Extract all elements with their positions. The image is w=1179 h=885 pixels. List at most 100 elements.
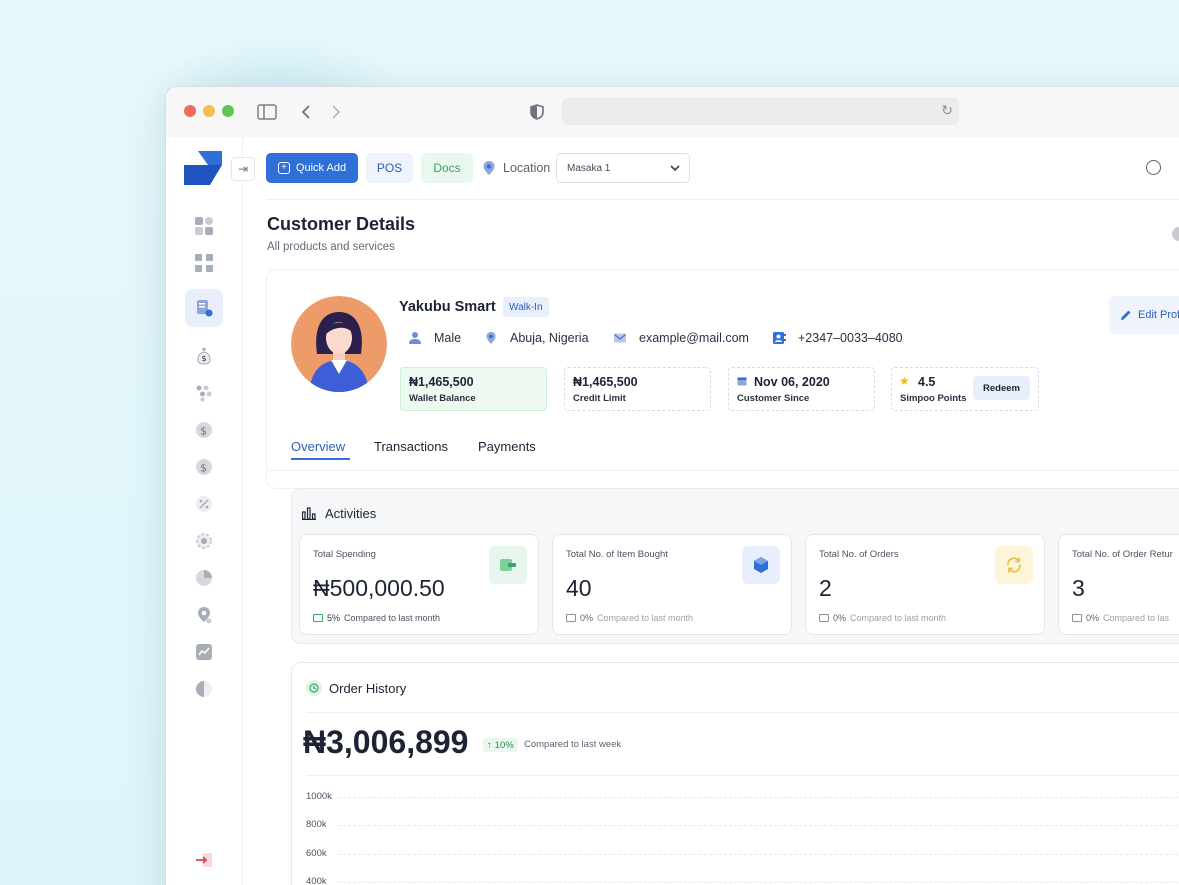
pie-chart-icon — [196, 570, 212, 586]
address-bar[interactable]: ↻ — [562, 98, 959, 125]
total-spending-value: ₦500,000.50 — [313, 575, 445, 601]
phone-info: +2347–0033–4080 — [772, 329, 903, 347]
customer-email: example@mail.com — [639, 331, 749, 345]
svg-text:$: $ — [202, 354, 207, 363]
star-icon: ★ — [899, 374, 910, 388]
page-subtitle: All products and services — [267, 241, 395, 253]
redeem-button[interactable]: Redeem — [973, 376, 1030, 400]
credit-limit-label: Credit Limit — [573, 393, 626, 404]
total-orders-value: 2 — [819, 575, 832, 601]
sidebar-item-products[interactable] — [185, 244, 223, 282]
bar-chart-icon — [302, 507, 316, 520]
sidebar-item-expenses[interactable]: $ — [185, 448, 223, 486]
maximize-window-button[interactable] — [222, 105, 234, 117]
forward-icon[interactable] — [324, 100, 348, 124]
total-spending-card: Total Spending ₦500,000.50 5% Compared t… — [299, 534, 539, 635]
items-bought-label: Total No. of Item Bought — [566, 549, 668, 560]
total-spending-label: Total Spending — [313, 549, 376, 560]
edit-profile-button[interactable]: Edit Prof — [1109, 296, 1179, 334]
search-icon[interactable] — [1146, 160, 1161, 175]
refresh-icon — [995, 546, 1033, 584]
total-spending-compare: 5% Compared to last month — [313, 613, 440, 623]
wallet-balance-label: Wallet Balance — [409, 393, 476, 404]
credit-limit-card: ₦1,465,500 Credit Limit — [564, 367, 711, 411]
team-icon — [196, 385, 212, 402]
gear-icon — [196, 533, 212, 549]
sidebar-item-discounts[interactable] — [185, 485, 223, 523]
trend-icon — [819, 614, 829, 622]
order-returns-card: Total No. of Order Retur 3 0% Compared t… — [1058, 534, 1179, 635]
tab-overview[interactable]: Overview — [291, 439, 345, 454]
customer-avatar — [291, 296, 387, 392]
docs-button[interactable]: Docs — [421, 153, 473, 183]
edit-profile-label: Edit Prof — [1138, 309, 1179, 321]
app-logo — [184, 151, 222, 185]
pencil-icon — [1121, 310, 1131, 320]
sidebar-item-sales[interactable]: $ — [185, 337, 223, 375]
location-pin-icon — [483, 161, 495, 175]
items-bought-card: Total No. of Item Bought 40 0% Compared … — [552, 534, 792, 635]
sidebar-item-analytics[interactable] — [185, 633, 223, 671]
minimize-window-button[interactable] — [203, 105, 215, 117]
sidebar-toggle-icon[interactable] — [255, 100, 279, 124]
svg-text:$: $ — [200, 462, 207, 475]
items-bought-compare: 0% Compared to last month — [566, 613, 693, 623]
simpoo-points-value: 4.5 — [918, 375, 936, 389]
total-orders-compare: 0% Compared to last month — [819, 613, 946, 623]
chevron-down-icon — [670, 165, 680, 172]
sidebar-item-dashboard[interactable] — [185, 207, 223, 245]
close-window-button[interactable] — [184, 105, 196, 117]
customer-type-badge: Walk-In — [503, 297, 549, 317]
y-axis-tick: 1000k — [306, 791, 332, 802]
page-title: Customer Details — [267, 214, 416, 234]
map-pin-icon — [486, 332, 496, 344]
gender-info: Male — [408, 329, 461, 347]
trend-icon — [566, 614, 576, 622]
map-pin-icon — [198, 607, 212, 624]
shield-icon — [525, 100, 549, 124]
sidebar-item-locations[interactable] — [185, 596, 223, 634]
customer-phone: +2347–0033–4080 — [798, 331, 903, 345]
location-select[interactable]: Masaka 1 — [556, 153, 690, 183]
pos-button[interactable]: POS — [366, 153, 413, 183]
tabs-divider — [266, 470, 1179, 471]
tab-payments[interactable]: Payments — [478, 439, 536, 454]
tab-transactions[interactable]: Transactions — [374, 439, 448, 454]
grid-line — [338, 825, 1179, 826]
arrow-up-icon: ↑ — [487, 739, 492, 751]
sidebar-item-reports[interactable] — [185, 559, 223, 597]
total-orders-label: Total No. of Orders — [819, 549, 899, 560]
order-history-divider — [306, 712, 1179, 713]
order-history-amount: ₦3,006,899 — [303, 724, 469, 760]
logout-icon — [195, 852, 213, 873]
order-returns-compare: 0% Compared to las — [1072, 613, 1169, 623]
reload-icon[interactable]: ↻ — [941, 102, 953, 119]
percent-icon — [196, 496, 212, 512]
page-settings-icon[interactable] — [1172, 227, 1179, 241]
sidebar-item-payments[interactable]: $ — [185, 411, 223, 449]
sidebar-item-team[interactable] — [185, 374, 223, 412]
contact-book-icon — [773, 332, 786, 344]
y-axis-tick: 400k — [306, 876, 327, 885]
toolbar-divider — [266, 199, 1179, 200]
sidebar-item-customers[interactable] — [185, 289, 223, 327]
sidebar-item-theme[interactable] — [185, 670, 223, 708]
box-icon — [742, 546, 780, 584]
mail-icon — [614, 333, 626, 343]
browser-titlebar: ↻ — [166, 87, 1179, 137]
wallet-balance-card: ₦1,465,500 Wallet Balance — [400, 367, 547, 411]
calendar-icon — [737, 377, 747, 386]
sidebar-item-settings[interactable] — [185, 522, 223, 560]
order-history-title: Order History — [329, 681, 407, 696]
customer-name: Yakubu Smart — [399, 299, 496, 315]
customer-since-card: Nov 06, 2020 Customer Since — [728, 367, 875, 411]
wallet-icon — [489, 546, 527, 584]
collapse-sidebar-button[interactable]: ⇥ — [231, 157, 255, 181]
back-icon[interactable] — [294, 100, 318, 124]
grid-icon — [195, 254, 213, 272]
sidebar-item-logout[interactable] — [185, 843, 223, 881]
quick-add-button[interactable]: + Quick Add — [266, 153, 358, 183]
sidebar: $ $ $ — [166, 137, 243, 885]
location-value: Masaka 1 — [567, 163, 611, 174]
active-tab-indicator — [291, 458, 350, 460]
